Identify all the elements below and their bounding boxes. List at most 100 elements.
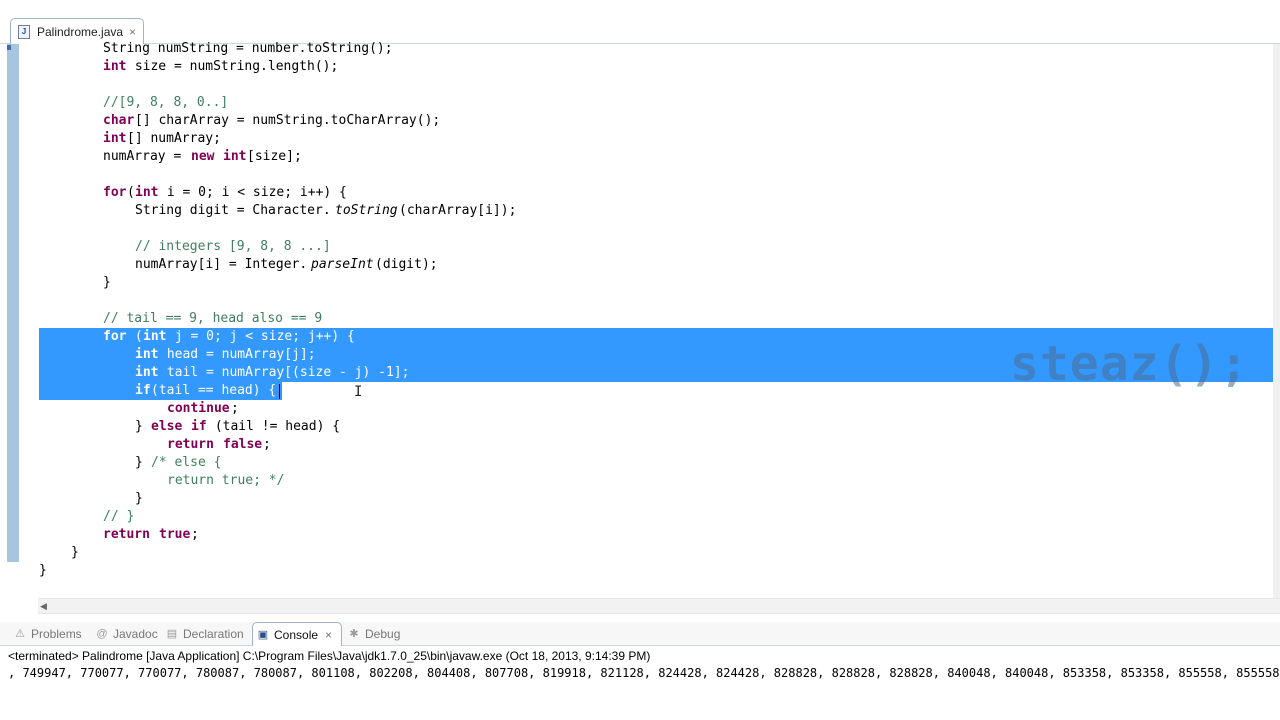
keyword: if [191, 419, 207, 434]
code-line[interactable] [0, 292, 1280, 310]
view-tab-debug[interactable]: ✱ Debug [348, 622, 408, 646]
keyword: true [159, 527, 191, 542]
code-token: head = numArray[j]; [159, 347, 316, 362]
code-token: ( [127, 185, 135, 200]
keyword: int [135, 347, 159, 362]
comment: /* else { [151, 455, 222, 470]
code-token: String numString = number.toString(); [103, 41, 393, 56]
close-icon[interactable]: × [129, 25, 136, 39]
code-line[interactable]: int size = numString.length(); [0, 58, 1280, 76]
code-token: ( [127, 329, 143, 344]
code-token: ; [263, 437, 271, 452]
text-caret [279, 384, 280, 399]
code-token: i = 0; i < size; i++) { [159, 185, 347, 200]
view-tab-label: Debug [365, 627, 401, 641]
code-line[interactable]: int[] numArray; [0, 130, 1280, 148]
code-token: String digit = Character. [135, 203, 331, 218]
code-line[interactable] [0, 76, 1280, 94]
code-editor[interactable]: String numString = number.toString(); int… [0, 41, 1280, 598]
code-token: size = numString.length(); [127, 59, 339, 74]
code-line[interactable]: char[] charArray = numString.toCharArray… [0, 112, 1280, 130]
code-line[interactable]: continue; [0, 400, 1280, 418]
code-token: tail = numArray[(size - j) -1]; [159, 365, 410, 380]
view-tab-javadoc[interactable]: @ Javadoc [96, 622, 158, 646]
code-token: } [135, 491, 143, 506]
keyword: for [103, 329, 127, 344]
code-line[interactable]: } [0, 544, 1280, 562]
scroll-left-arrow-icon[interactable]: ◀ [40, 599, 47, 614]
code-token: (digit); [375, 257, 438, 272]
horizontal-scrollbar[interactable]: ◀ [38, 598, 1280, 614]
code-line[interactable]: // } [0, 508, 1280, 526]
code-token: ; [191, 527, 199, 542]
close-icon[interactable]: × [325, 628, 332, 642]
code-line[interactable]: // integers [9, 8, 8 ...] [0, 238, 1280, 256]
view-tab-problems[interactable]: ⚠ Problems [14, 622, 84, 646]
code-token: } [135, 455, 151, 470]
code-line[interactable]: String digit = Character. toString (charAr… [0, 202, 1280, 220]
code-line[interactable]: } [0, 562, 1280, 580]
view-tab-label: Javadoc [113, 627, 158, 641]
comment: return true; */ [167, 473, 285, 488]
view-tab-label: Problems [31, 627, 82, 641]
code-line[interactable]: return true; */ [0, 472, 1280, 490]
code-line[interactable]: return false; [0, 436, 1280, 454]
declaration-icon: ▤ [166, 628, 178, 640]
code-line[interactable] [0, 220, 1280, 238]
keyword: int [103, 59, 127, 74]
console-icon: ▣ [257, 628, 269, 641]
keyword: for [103, 185, 127, 200]
code-line[interactable]: String numString = number.toString(); [0, 40, 1280, 58]
view-tab-label: Declaration [183, 627, 244, 641]
keyword: return [103, 527, 150, 542]
keyword: int [135, 365, 159, 380]
keyword: new [191, 149, 215, 164]
keyword: continue [167, 401, 230, 416]
editor-tab-label: Palindrome.java [37, 24, 124, 39]
views-tab-bar: ⚠ Problems @ Javadoc ▤ Declaration ▣ Console × ✱ D… [0, 622, 1280, 646]
code-token: [] charArray = numString.toCharArray(); [135, 113, 441, 128]
code-token: ; [231, 401, 239, 416]
code-token: (charArray[i]); [399, 203, 517, 218]
code-line[interactable]: } /* else { [0, 454, 1280, 472]
javadoc-icon: @ [96, 628, 108, 640]
view-tab-console[interactable]: ▣ Console × [252, 622, 342, 646]
text-cursor-icon: I [354, 384, 363, 400]
code-line[interactable]: numArray[i] = Integer. parseInt (digit); [0, 256, 1280, 274]
code-line[interactable]: } [0, 490, 1280, 508]
code-line[interactable]: for(int i = 0; i < size; i++) { [0, 184, 1280, 202]
keyword: if [135, 383, 151, 398]
keyword: return [167, 437, 214, 452]
comment: //[9, 8, 8, 0..] [103, 95, 229, 110]
keyword: int [135, 185, 159, 200]
keyword: char [103, 113, 135, 128]
view-tab-declaration[interactable]: ▤ Declaration [166, 622, 246, 646]
code-token: [] numArray; [127, 131, 221, 146]
code-token: } [39, 563, 47, 578]
code-token: } [103, 275, 111, 290]
code-line[interactable]: return true; [0, 526, 1280, 544]
code-token: parseInt [311, 257, 374, 272]
code-line[interactable]: } [0, 274, 1280, 292]
code-token: (tail == head) { [151, 383, 277, 398]
keyword: int [143, 329, 167, 344]
comment: // tail == 9, head also == 9 [103, 311, 323, 326]
watermark: steaz(); [1010, 336, 1250, 392]
java-file-icon: J [18, 24, 30, 39]
code-token: (tail != head) { [207, 419, 341, 434]
code-token: numArray[i] = Integer. [135, 257, 308, 272]
code-text[interactable]: String numString = number.toString(); int… [0, 41, 1280, 598]
keyword: int [103, 131, 127, 146]
vertical-scrollbar[interactable] [1273, 44, 1280, 598]
code-line[interactable] [0, 166, 1280, 184]
code-line[interactable]: // tail == 9, head also == 9 [0, 310, 1280, 328]
code-line[interactable]: numArray = new int [size]; [0, 148, 1280, 166]
code-line[interactable]: } else if (tail != head) { [0, 418, 1280, 436]
code-token: toString [335, 203, 398, 218]
debug-icon: ✱ [349, 628, 359, 640]
code-line[interactable]: //[9, 8, 8, 0..] [0, 94, 1280, 112]
